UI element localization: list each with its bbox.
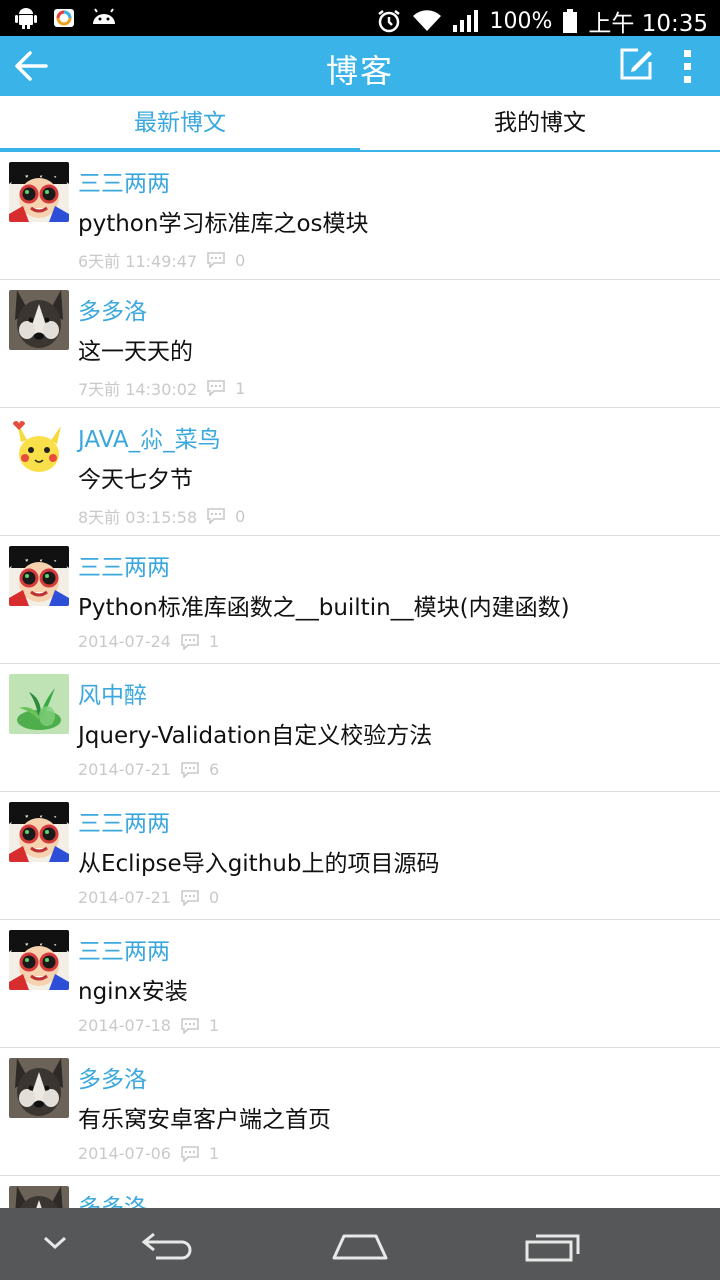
- post-title: python学习标准库之os模块: [78, 211, 369, 237]
- list-item[interactable]: 三三两两 从Eclipse导入github上的项目源码 2014-07-21 0: [0, 792, 720, 920]
- comment-count: 1: [235, 378, 246, 398]
- list-item[interactable]: 三三两两 python学习标准库之os模块 6天前 11:49:47 0: [0, 152, 720, 280]
- post-list: 三三两两 python学习标准库之os模块 6天前 11:49:47 0 多多洛…: [0, 152, 720, 1208]
- tab-bar: 最新博文 我的博文: [0, 96, 720, 152]
- tab-latest-posts[interactable]: 最新博文: [0, 96, 360, 152]
- post-meta: 2014-07-18 1: [78, 1016, 219, 1035]
- avatar-cartoon-goggles[interactable]: [9, 930, 69, 990]
- tab-my-posts[interactable]: 我的博文: [360, 96, 720, 150]
- comment-count: 0: [235, 506, 246, 526]
- comment-count: 0: [208, 888, 220, 907]
- post-meta: 6天前 11:49:47 0: [78, 248, 245, 272]
- post-meta: 2014-07-21 6: [78, 760, 219, 779]
- post-meta: 2014-07-24 1: [78, 632, 219, 651]
- battery-icon: [563, 9, 578, 33]
- overflow-menu-icon[interactable]: [674, 46, 702, 86]
- post-date: 2014-07-21: [78, 760, 171, 779]
- author-name[interactable]: JAVA_尛_菜鸟: [78, 420, 221, 454]
- battery-percent: 100%: [489, 8, 553, 34]
- post-meta: 7天前 14:30:02 1: [78, 376, 245, 400]
- post-date: 8天前 03:15:58: [78, 508, 198, 527]
- comment-count: 1: [208, 1016, 220, 1035]
- post-date: 6天前 11:49:47: [78, 252, 198, 271]
- edit-icon[interactable]: [618, 46, 654, 82]
- comment-count: 1: [208, 1144, 220, 1163]
- avatar-cartoon-goggles[interactable]: [9, 802, 69, 862]
- post-title: nginx安装: [78, 979, 188, 1005]
- author-name[interactable]: 三三两两: [78, 548, 170, 582]
- comment-icon: [181, 1145, 199, 1162]
- comment-icon: [181, 889, 199, 906]
- list-item[interactable]: 多多洛 有乐窝安卓客户端之首页 2014-07-06 1: [0, 1048, 720, 1176]
- list-item[interactable]: JAVA_尛_菜鸟 今天七夕节 8天前 03:15:58 0: [0, 408, 720, 536]
- comment-count: 6: [208, 760, 220, 779]
- author-name[interactable]: 多多洛: [78, 292, 147, 326]
- post-date: 7天前 14:30:02: [78, 380, 198, 399]
- avatar-cartoon-goggles[interactable]: [9, 162, 69, 222]
- post-title: 有乐窝安卓客户端之首页: [78, 1107, 331, 1133]
- list-item[interactable]: 多多洛: [0, 1176, 720, 1208]
- avatar-pikachu[interactable]: [9, 418, 69, 478]
- android-icon: [15, 8, 37, 29]
- home-icon[interactable]: [330, 1230, 390, 1262]
- avatar-cartoon-goggles[interactable]: [9, 546, 69, 606]
- post-meta: 2014-07-06 1: [78, 1144, 219, 1163]
- comment-icon: [181, 1017, 199, 1034]
- signal-icon: [452, 10, 478, 32]
- clock: 上午 10:35: [588, 11, 708, 37]
- avatar-husky-dog[interactable]: [9, 290, 69, 350]
- post-meta: 2014-07-21 0: [78, 888, 219, 907]
- list-item[interactable]: 风中醉 Jquery-Validation自定义校验方法 2014-07-21 …: [0, 664, 720, 792]
- post-date: 2014-07-06: [78, 1144, 171, 1163]
- comment-icon: [207, 508, 225, 524]
- list-item[interactable]: 三三两两 nginx安装 2014-07-18 1: [0, 920, 720, 1048]
- system-nav-bar: [0, 1208, 720, 1280]
- recents-icon[interactable]: [524, 1228, 584, 1264]
- avatar-husky-dog[interactable]: [9, 1058, 69, 1118]
- android-alt-icon: [93, 8, 115, 24]
- photos-icon: [54, 9, 74, 27]
- author-name[interactable]: 三三两两: [78, 804, 170, 838]
- author-name[interactable]: 多多洛: [78, 1188, 147, 1208]
- author-name[interactable]: 三三两两: [78, 164, 170, 198]
- author-name[interactable]: 多多洛: [78, 1060, 147, 1094]
- author-name[interactable]: 三三两两: [78, 932, 170, 966]
- back-icon[interactable]: [140, 1228, 196, 1262]
- post-title: Python标准库函数之__builtin__模块(内建函数): [78, 595, 570, 621]
- comment-icon: [181, 633, 199, 650]
- comment-count: 1: [208, 632, 220, 651]
- wifi-icon: [412, 10, 441, 32]
- app-bar: 博客: [0, 36, 720, 96]
- post-title: 这一天天的: [78, 339, 193, 365]
- status-bar: 100% 上午 10:35: [0, 0, 720, 37]
- post-title: Jquery-Validation自定义校验方法: [78, 723, 433, 749]
- comment-icon: [207, 252, 225, 268]
- avatar-husky-dog[interactable]: [9, 1186, 69, 1208]
- avatar-green-plant[interactable]: [9, 674, 69, 734]
- list-item[interactable]: 三三两两 Python标准库函数之__builtin__模块(内建函数) 201…: [0, 536, 720, 664]
- author-name[interactable]: 风中醉: [78, 676, 147, 710]
- post-date: 2014-07-24: [78, 632, 171, 651]
- post-meta: 8天前 03:15:58 0: [78, 504, 245, 528]
- post-date: 2014-07-21: [78, 888, 171, 907]
- post-date: 2014-07-18: [78, 1016, 171, 1035]
- comment-icon: [207, 380, 225, 396]
- comment-count: 0: [235, 250, 246, 270]
- list-item[interactable]: 多多洛 这一天天的 7天前 14:30:02 1: [0, 280, 720, 408]
- chevron-down-icon[interactable]: [42, 1234, 68, 1252]
- post-title: 从Eclipse导入github上的项目源码: [78, 851, 440, 877]
- comment-icon: [181, 761, 199, 778]
- post-title: 今天七夕节: [78, 467, 193, 493]
- alarm-icon: [377, 10, 400, 33]
- page-title: 博客: [325, 52, 394, 90]
